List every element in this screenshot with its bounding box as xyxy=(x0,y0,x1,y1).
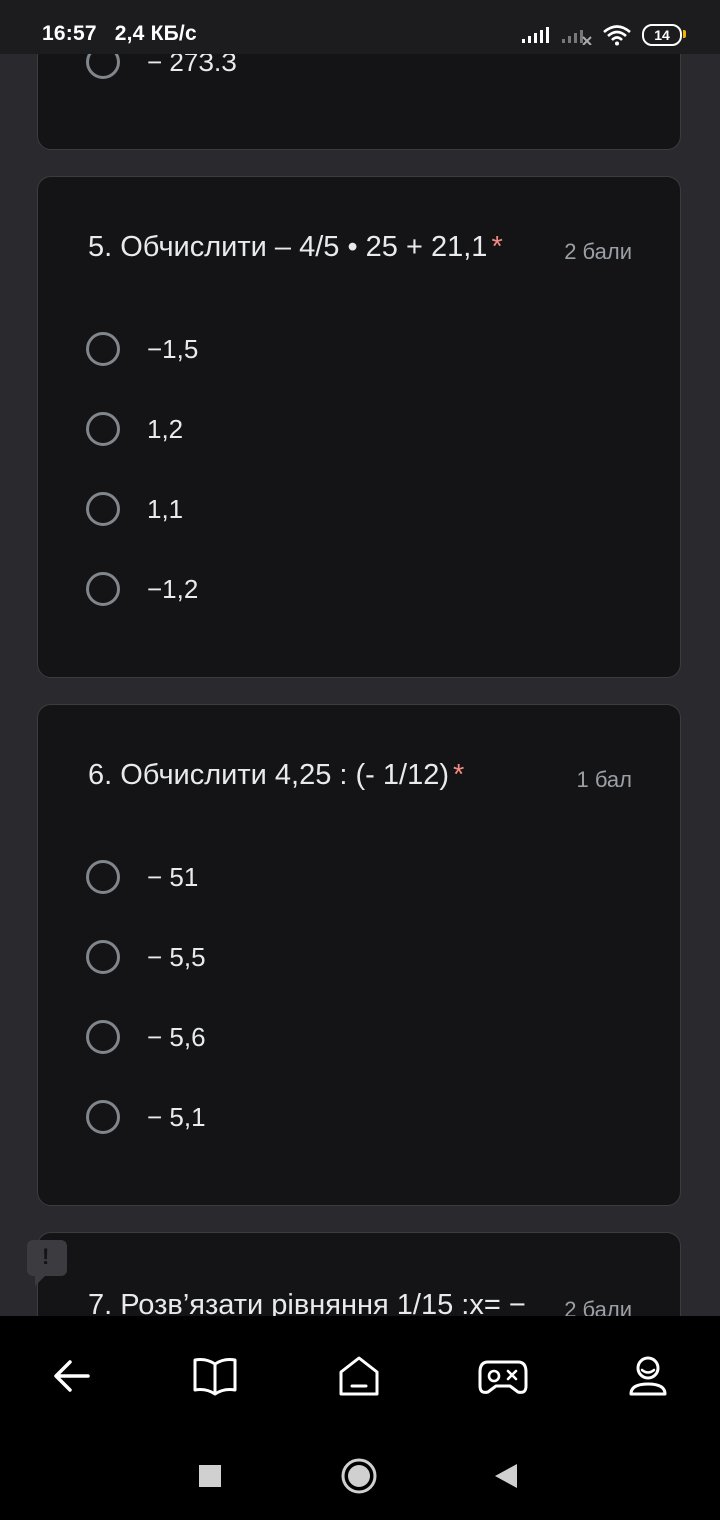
radio-button[interactable] xyxy=(86,860,120,894)
signal-icon xyxy=(522,27,549,43)
games-button[interactable] xyxy=(473,1346,533,1406)
back-button[interactable] xyxy=(42,1346,102,1406)
option-label: 1,1 xyxy=(147,493,184,524)
radio-button[interactable] xyxy=(86,940,120,974)
question-title: 7. Розв’язати рівняння 1/15 :x= − xyxy=(88,1289,526,1316)
question-points: 1 бал xyxy=(576,767,632,792)
option-label: − 5,6 xyxy=(147,1021,206,1052)
radio-button[interactable] xyxy=(86,492,120,526)
radio-button[interactable] xyxy=(86,572,120,606)
option-radio[interactable]: − 5,1 xyxy=(86,1096,206,1138)
option-label: −1,5 xyxy=(147,333,199,364)
option-radio[interactable]: −1,5 xyxy=(86,328,198,370)
signal-no-service-icon xyxy=(562,30,592,45)
required-asterisk: * xyxy=(453,759,465,791)
back-triangle-icon xyxy=(495,1464,517,1488)
option-radio[interactable]: − 5,6 xyxy=(86,1016,206,1058)
radio-button[interactable] xyxy=(86,412,120,446)
book-button[interactable] xyxy=(185,1346,245,1406)
status-bar: 16:57 2,4 КБ/с 14 xyxy=(0,0,720,54)
status-left: 16:57 2,4 КБ/с xyxy=(42,22,209,46)
option-label: − 5,5 xyxy=(147,941,206,972)
recents-icon xyxy=(199,1465,221,1487)
question-points: 2 бали xyxy=(564,1297,632,1316)
clock: 16:57 xyxy=(42,22,97,45)
question-text: 5. Обчислити – 4/5 • 25 + 21,1 xyxy=(88,231,488,263)
book-icon xyxy=(193,1358,237,1396)
network-speed: 2,4 КБ/с xyxy=(114,22,197,45)
recents-button[interactable] xyxy=(186,1452,234,1500)
question-card-7: 7. Розв’язати рівняння 1/15 :x= − 2 бали xyxy=(37,1232,681,1316)
question-card-6: 6. Обчислити 4,25 : (- 1/12) * 1 бал − 51… xyxy=(37,704,681,1206)
report-icon: ! xyxy=(42,1244,50,1269)
profile-icon xyxy=(629,1356,667,1396)
home-button[interactable] xyxy=(329,1346,389,1406)
radio-button[interactable] xyxy=(86,1100,120,1134)
option-label: 1,2 xyxy=(147,413,184,444)
option-radio[interactable]: − 51 xyxy=(86,856,198,898)
question-card-5: 5. Обчислити – 4/5 • 25 + 21,1 * 2 бали −… xyxy=(37,176,681,678)
system-back-button[interactable] xyxy=(482,1452,530,1500)
question-points: 2 бали xyxy=(564,239,632,264)
question-text: 6. Обчислити 4,25 : (- 1/12) xyxy=(88,759,449,791)
system-home-button[interactable] xyxy=(335,1452,383,1500)
form-scroll-area[interactable]: − 27З.З 5. Обчислити – 4/5 • 25 + 21,1 * … xyxy=(0,0,720,1316)
question-title: 5. Обчислити – 4/5 • 25 + 21,1 * xyxy=(88,231,503,264)
option-radio[interactable]: 1,2 xyxy=(86,408,183,450)
back-icon xyxy=(54,1360,90,1392)
option-label: − 51 xyxy=(147,861,199,892)
option-radio[interactable]: −1,2 xyxy=(86,568,198,610)
option-radio[interactable]: − 5,5 xyxy=(86,936,206,978)
home-icon xyxy=(339,1356,379,1396)
radio-button[interactable] xyxy=(86,1020,120,1054)
wifi-icon xyxy=(603,25,631,46)
report-problem-button[interactable]: ! xyxy=(27,1240,67,1286)
question-title: 6. Обчислити 4,25 : (- 1/12) * xyxy=(88,759,464,792)
profile-button[interactable] xyxy=(618,1346,678,1406)
gamepad-icon xyxy=(478,1360,528,1394)
option-label: −1,2 xyxy=(147,573,199,604)
home-circle-icon xyxy=(341,1458,377,1494)
bottom-navigation xyxy=(0,1316,720,1520)
required-asterisk: * xyxy=(491,231,503,263)
radio-button[interactable] xyxy=(86,332,120,366)
status-icons: 14 xyxy=(522,24,686,46)
option-label: − 5,1 xyxy=(147,1101,206,1132)
option-radio[interactable]: 1,1 xyxy=(86,488,183,530)
battery-icon: 14 xyxy=(642,24,686,46)
